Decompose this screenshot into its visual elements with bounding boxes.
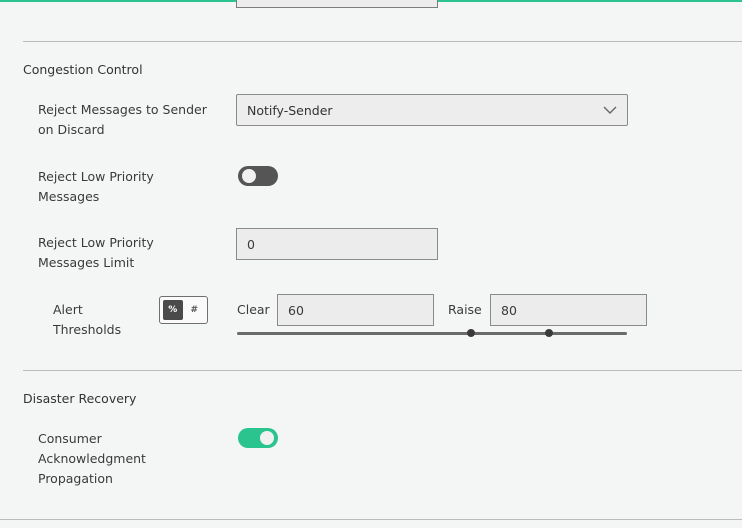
toggle-knob <box>242 169 256 183</box>
clear-threshold-input[interactable]: 60 <box>277 294 434 326</box>
active-tab-indicator <box>8 0 112 2</box>
reject-low-priority-limit-input[interactable]: 0 <box>236 228 438 260</box>
consumer-ack-toggle[interactable] <box>238 428 278 448</box>
reject-sender-label: Reject Messages to Sender on Discard <box>38 102 207 137</box>
section-title-disaster-recovery: Disaster Recovery <box>23 391 137 406</box>
toggle-knob <box>260 431 274 445</box>
clear-label: Clear <box>237 302 270 317</box>
alert-thresholds-label: Alert Thresholds <box>53 302 122 337</box>
count-unit-button[interactable]: # <box>185 300 205 320</box>
chevron-down-icon <box>603 106 617 114</box>
raise-slider-handle[interactable] <box>545 329 553 337</box>
reject-sender-select[interactable]: Notify-Sender <box>236 94 628 126</box>
raise-label: Raise <box>448 302 482 317</box>
reject-sender-selected-value: Notify-Sender <box>247 102 333 118</box>
bottom-divider <box>0 519 742 520</box>
reject-low-priority-limit-label: Reject Low Priority Messages Limit <box>38 235 154 270</box>
previous-field-input[interactable] <box>236 0 438 8</box>
threshold-slider-track[interactable] <box>237 332 627 335</box>
reject-low-priority-label: Reject Low Priority Messages <box>38 169 154 204</box>
section-divider-congestion <box>23 41 742 42</box>
raise-threshold-input[interactable]: 80 <box>490 294 647 326</box>
section-title-congestion: Congestion Control <box>23 62 143 77</box>
consumer-ack-label: Consumer Acknowledgment Propagation <box>38 431 146 486</box>
threshold-unit-toggle[interactable]: % # <box>159 296 208 324</box>
section-divider-disaster-recovery <box>23 370 742 371</box>
percent-unit-button[interactable]: % <box>163 300 183 320</box>
clear-slider-handle[interactable] <box>467 329 475 337</box>
reject-low-priority-toggle[interactable] <box>238 166 278 186</box>
